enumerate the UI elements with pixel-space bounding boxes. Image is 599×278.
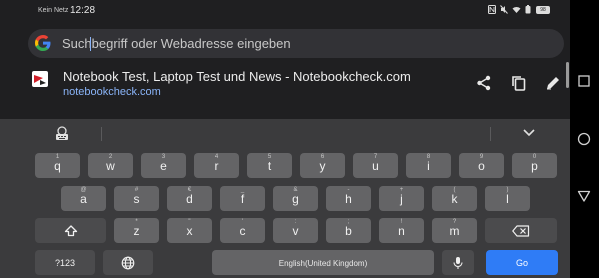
language-key[interactable]: [103, 250, 153, 275]
go-key[interactable]: Go: [486, 250, 558, 275]
key-u[interactable]: 7u: [353, 153, 398, 178]
suggestion-url: notebookcheck.com: [63, 86, 161, 98]
key-k[interactable]: (k: [432, 186, 477, 211]
key-t[interactable]: 5t: [247, 153, 292, 178]
key-r[interactable]: 4r: [194, 153, 239, 178]
notebookcheck-favicon-icon: [32, 71, 48, 87]
toolbar-divider: [490, 127, 491, 141]
key-y[interactable]: 6y: [300, 153, 345, 178]
status-bar: Kein Netz 12:28 98: [0, 0, 570, 22]
carrier-label: Kein Netz: [38, 7, 69, 14]
suggestion-title: Notebook Test, Laptop Test und News - No…: [63, 69, 411, 84]
globe-icon: [121, 256, 135, 269]
edit-icon[interactable]: [544, 74, 562, 92]
battery-saver-icon: [524, 5, 532, 14]
omnibox[interactable]: [28, 29, 564, 58]
toolbar-divider: [101, 127, 102, 141]
mute-icon: [500, 5, 508, 14]
key-i[interactable]: 8i: [406, 153, 451, 178]
key-l[interactable]: ) l: [485, 186, 530, 211]
microphone-icon: [453, 256, 463, 269]
key-b[interactable]: ; b: [326, 218, 371, 243]
back-icon[interactable]: [576, 188, 592, 204]
key-p[interactable]: 0p: [512, 153, 557, 178]
key-c[interactable]: ' c: [220, 218, 265, 243]
shift-key[interactable]: [35, 218, 106, 243]
keyboard-settings-icon[interactable]: [54, 125, 70, 141]
key-f[interactable]: _ f: [220, 186, 265, 211]
battery-icon: 98: [536, 5, 550, 14]
space-key[interactable]: English(United Kingdom): [212, 250, 434, 275]
search-input[interactable]: [62, 29, 542, 58]
recent-apps-icon[interactable]: [576, 73, 592, 89]
key-g[interactable]: & g: [273, 186, 318, 211]
chevron-down-icon[interactable]: [522, 127, 536, 139]
key-m[interactable]: ? m: [432, 218, 477, 243]
key-h[interactable]: -h: [326, 186, 371, 211]
status-icons: 98: [488, 5, 550, 14]
key-z[interactable]: * z: [114, 218, 159, 243]
nfc-icon: [488, 5, 496, 14]
shift-icon: [64, 224, 77, 236]
backspace-key[interactable]: [485, 218, 557, 243]
copy-icon[interactable]: [510, 74, 528, 92]
keyboard: 1q 2w 3e 4r 5t 6y 7u 8i 9o 0p @ a # s € d _…: [0, 119, 570, 278]
system-navigation-bar: [570, 0, 599, 278]
key-s[interactable]: # s: [114, 186, 159, 211]
key-a[interactable]: @ a: [61, 186, 106, 211]
scrollbar-thumb[interactable]: [566, 62, 569, 88]
key-n[interactable]: ! n: [379, 218, 424, 243]
clock: 12:28: [70, 5, 96, 16]
key-w[interactable]: 2w: [88, 153, 133, 178]
text-cursor: [90, 37, 91, 51]
key-x[interactable]: " x: [167, 218, 212, 243]
key-j[interactable]: + j: [379, 186, 424, 211]
key-v[interactable]: :v: [273, 218, 318, 243]
google-logo-icon: [35, 35, 51, 51]
key-e[interactable]: 3e: [141, 153, 186, 178]
suggestion-row[interactable]: Notebook Test, Laptop Test und News - No…: [0, 62, 570, 106]
key-d[interactable]: € d: [167, 186, 212, 211]
share-icon[interactable]: [475, 74, 493, 92]
key-o[interactable]: 9o: [459, 153, 504, 178]
backspace-icon: [512, 224, 530, 237]
key-q[interactable]: 1q: [35, 153, 80, 178]
symbols-key[interactable]: ?123: [35, 250, 95, 275]
wifi-icon: [512, 5, 521, 14]
voice-input-key[interactable]: [442, 250, 474, 275]
home-icon[interactable]: [576, 131, 592, 147]
keyboard-toolbar: [0, 119, 570, 148]
